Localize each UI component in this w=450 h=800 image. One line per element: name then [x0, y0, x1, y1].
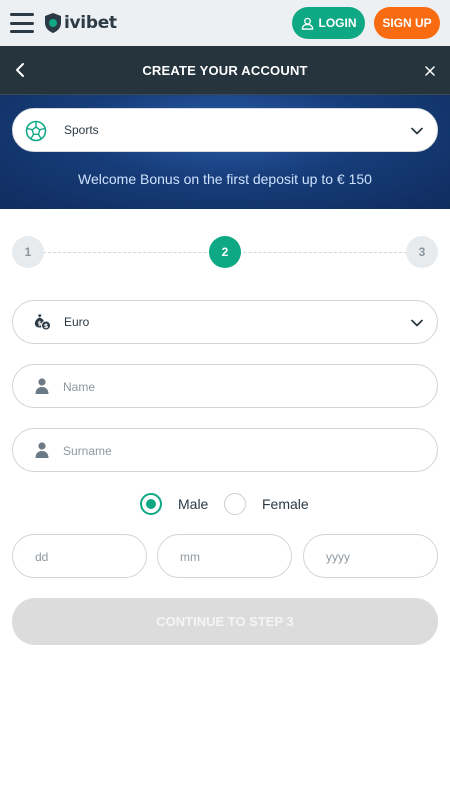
signup-label: SIGN UP — [382, 16, 432, 30]
name-field[interactable] — [12, 364, 438, 408]
continue-button[interactable]: CONTINUE TO STEP 3 — [12, 598, 438, 645]
surname-input[interactable] — [63, 437, 423, 465]
welcome-bonus-text: Welcome Bonus on the first deposit up to… — [78, 171, 372, 187]
currency-select[interactable]: $ $ Euro — [12, 300, 438, 344]
name-input[interactable] — [63, 373, 423, 401]
surname-field[interactable] — [12, 428, 438, 472]
money-bag-icon: $ $ — [34, 314, 51, 331]
male-label: Male — [178, 496, 209, 512]
step-1: 1 — [12, 236, 44, 268]
step-2: 2 — [209, 236, 241, 268]
brand-name: ivibet — [64, 13, 117, 33]
bonus-selected-value: Sports — [64, 123, 99, 137]
shield-logo-icon — [45, 13, 61, 33]
birth-year-field[interactable] — [303, 534, 438, 578]
page-header: CREATE YOUR ACCOUNT — [0, 46, 450, 95]
male-radio[interactable] — [140, 493, 162, 515]
page-title: CREATE YOUR ACCOUNT — [142, 62, 308, 78]
brand-logo[interactable]: ivibet — [44, 11, 117, 35]
birth-month-field[interactable] — [157, 534, 292, 578]
bonus-banner: Sports Welcome Bonus on the first deposi… — [0, 95, 450, 209]
birth-year-input[interactable] — [326, 543, 426, 571]
continue-label: CONTINUE TO STEP 3 — [156, 614, 294, 629]
login-button[interactable]: LOGIN — [292, 7, 365, 39]
chevron-down-icon — [411, 127, 423, 135]
menu-icon[interactable] — [10, 13, 34, 33]
bonus-type-select[interactable]: Sports — [12, 108, 438, 152]
birth-month-input[interactable] — [180, 543, 280, 571]
close-icon[interactable] — [423, 64, 437, 78]
svg-text:$: $ — [38, 321, 42, 328]
top-bar: ivibet LOGIN SIGN UP — [0, 0, 450, 46]
female-radio[interactable] — [224, 493, 246, 515]
soccer-ball-icon — [25, 120, 47, 142]
currency-value: Euro — [64, 315, 90, 329]
user-icon — [301, 17, 313, 30]
person-icon — [35, 442, 49, 458]
step-3: 3 — [406, 236, 438, 268]
step-indicator: 1 2 3 — [12, 236, 438, 268]
gender-option-male[interactable]: Male — [140, 491, 208, 517]
birth-day-input[interactable] — [35, 543, 135, 571]
login-label: LOGIN — [318, 16, 357, 30]
female-label: Female — [262, 496, 309, 512]
signup-button[interactable]: SIGN UP — [374, 7, 440, 39]
chevron-down-icon — [411, 319, 423, 327]
chevron-left-icon[interactable] — [12, 62, 28, 78]
person-icon — [35, 378, 49, 394]
birth-day-field[interactable] — [12, 534, 147, 578]
gender-option-female[interactable]: Female — [224, 491, 309, 517]
svg-text:$: $ — [44, 322, 49, 330]
